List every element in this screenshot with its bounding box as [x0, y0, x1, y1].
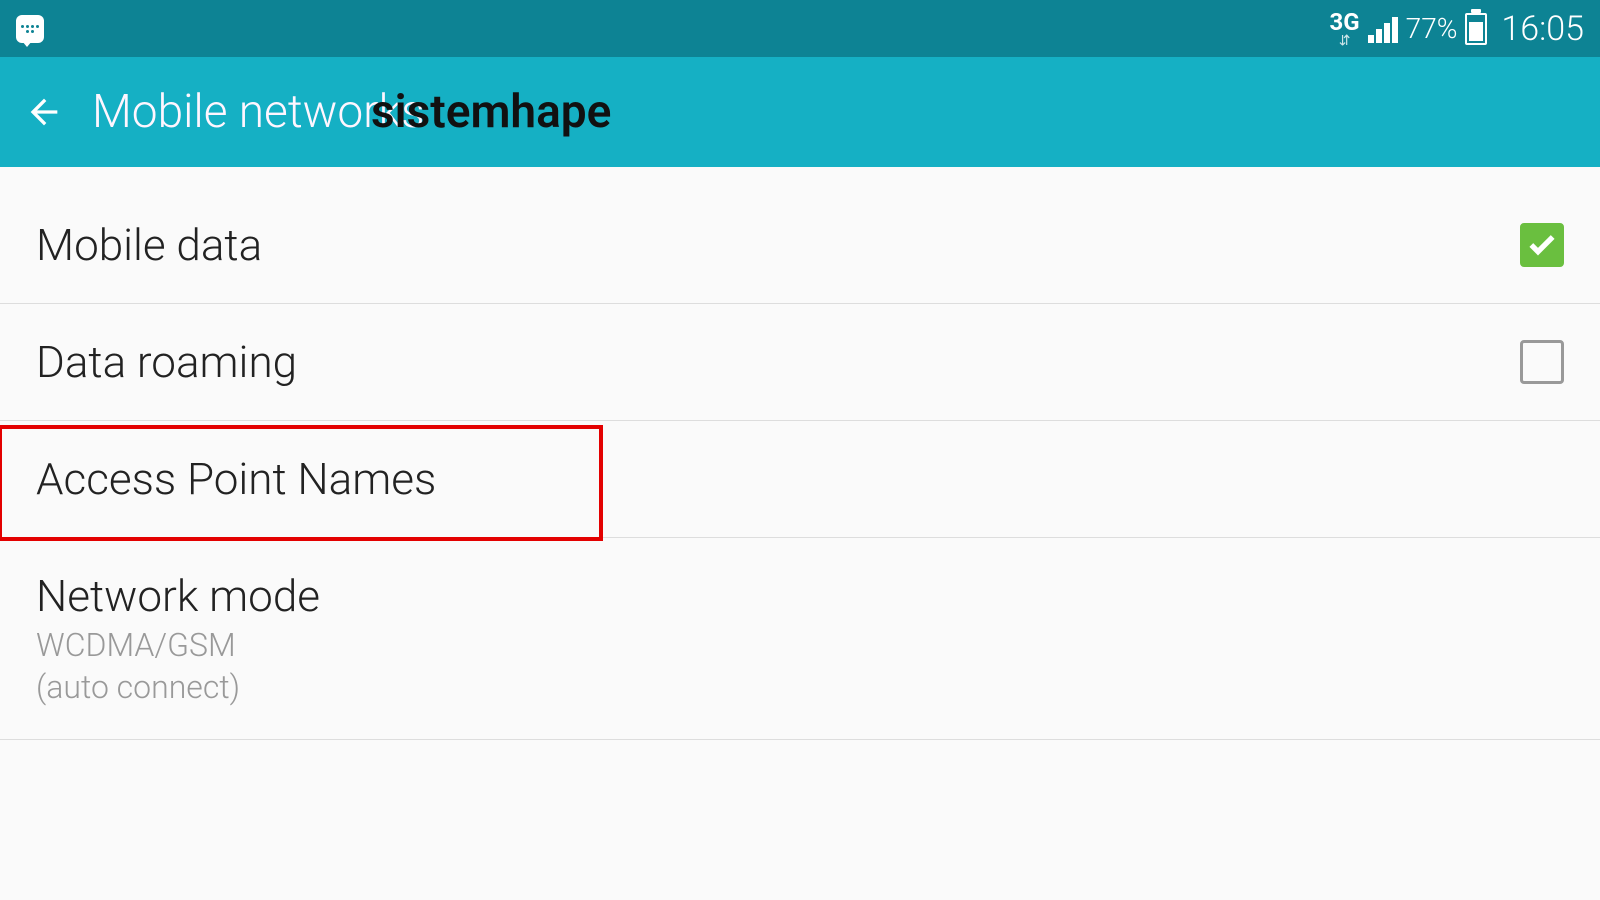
signal-bars-icon [1368, 15, 1398, 43]
status-bar-left [16, 15, 44, 43]
item-text-group: Network mode WCDMA/GSM (auto connect) [36, 570, 320, 707]
status-bar: 3G ⇵ 77% 16:05 [0, 0, 1600, 57]
network-type-label: 3G [1330, 10, 1360, 34]
app-bar: Mobile networks sistemhape [0, 57, 1600, 167]
arrow-left-icon [24, 92, 64, 132]
watermark-text: sistemhape [371, 85, 611, 139]
item-sublabel: WCDMA/GSM [36, 626, 320, 664]
check-icon [1526, 229, 1558, 261]
list-item-network-mode[interactable]: Network mode WCDMA/GSM (auto connect) [0, 538, 1600, 740]
list-item-mobile-data[interactable]: Mobile data [0, 167, 1600, 304]
checkbox-mobile-data[interactable] [1520, 223, 1564, 267]
item-label: Mobile data [36, 219, 262, 271]
clock-label: 16:05 [1501, 9, 1584, 49]
item-label: Data roaming [36, 336, 297, 388]
data-arrows-icon: ⇵ [1339, 34, 1351, 48]
settings-list: Mobile data Data roaming Access Point Na… [0, 167, 1600, 740]
list-item-apn[interactable]: Access Point Names [0, 421, 1600, 538]
item-label: Network mode [36, 570, 320, 622]
item-sublabel: (auto connect) [36, 668, 320, 706]
battery-icon [1465, 13, 1487, 45]
checkbox-data-roaming[interactable] [1520, 340, 1564, 384]
bbm-notification-icon [16, 15, 44, 43]
list-item-data-roaming[interactable]: Data roaming [0, 304, 1600, 421]
battery-percent-label: 77% [1406, 12, 1458, 45]
network-type-icon: 3G ⇵ [1330, 10, 1360, 48]
back-button[interactable] [20, 88, 68, 136]
item-label: Access Point Names [36, 453, 436, 505]
status-bar-right: 3G ⇵ 77% 16:05 [1330, 9, 1584, 49]
